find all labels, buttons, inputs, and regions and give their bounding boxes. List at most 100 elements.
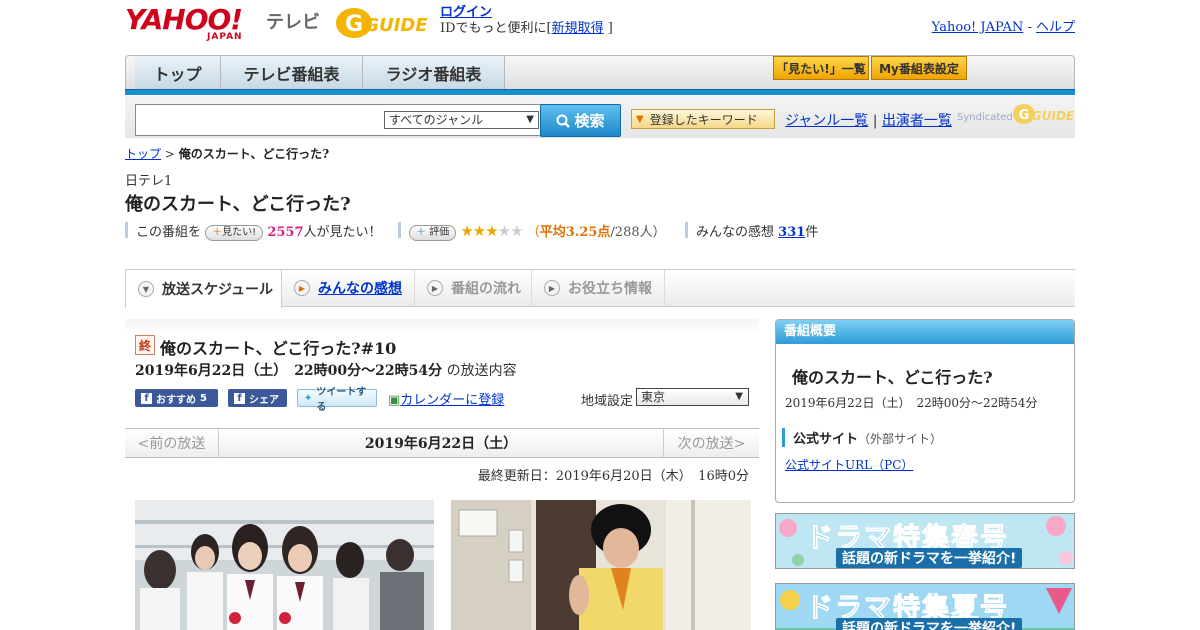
gguide-small-logo-icon: G GUIDE <box>1013 104 1074 124</box>
share-row: f おすすめ 5 f シェア ✦ ツイートする <box>135 387 377 413</box>
overview-header: 番組概要 <box>776 320 1074 344</box>
twitter-bird-icon: ✦ <box>304 392 313 404</box>
triangle-down-icon: ▼ <box>636 113 644 125</box>
stat-divider <box>398 222 401 238</box>
overview-time: 2019年6月22日（土） 22時00分～22時54分 <box>785 396 1038 410</box>
star-icon: ★ <box>497 222 511 240</box>
banner-spring-subtitle: 話題の新ドラマを一挙紹介! <box>836 548 1023 568</box>
rating-open: （ <box>526 225 540 240</box>
episode-photo-1-image <box>135 500 434 630</box>
rating-stars: ★★★★★ <box>460 222 523 240</box>
search-icon <box>556 114 571 128</box>
search-links: ジャンル一覧 | 出演者一覧 <box>785 110 952 130</box>
drama-spring-banner[interactable]: ドラマ特集春号 話題の新ドラマを一挙紹介! <box>775 513 1075 569</box>
rating-stat: ＋ 評価 ★★★★★ （平均3.25点/288人） <box>409 221 666 241</box>
banner-summer-subtitle: 話題の新ドラマを一挙紹介! <box>836 618 1023 630</box>
yahoo-japan-link[interactable]: Yahoo! JAPAN <box>932 20 1024 35</box>
nav-tab-label: トップ <box>153 65 202 84</box>
broadcast-date-bar: <前の放送 2019年6月22日（土） 次の放送> <box>125 428 759 458</box>
drama-summer-banner[interactable]: ドラマ特集夏号 話題の新ドラマを一挙紹介! <box>775 583 1075 630</box>
nav-tab-tv[interactable]: テレビ番組表 <box>221 56 363 90</box>
facebook-icon: f <box>141 392 152 404</box>
star-icon: ★ <box>460 222 473 240</box>
facebook-icon: f <box>234 392 245 404</box>
reviews-count-link[interactable]: 331 <box>778 225 805 240</box>
top-right-links: Yahoo! JAPAN - ヘルプ <box>932 16 1075 35</box>
chevron-down-icon: ▼ <box>735 391 743 402</box>
gguide-logo: G GUIDE <box>334 6 432 40</box>
overview-title: 俺のスカート、どこ行った? <box>792 368 993 387</box>
login-note-close: ] <box>607 21 613 36</box>
breadcrumb: トップ > 俺のスカート、どこ行った? <box>125 145 329 162</box>
subtab-label: みんなの感想 <box>318 281 402 297</box>
triangle-down-icon: ▼ <box>138 281 154 297</box>
tweet-button[interactable]: ✦ ツイートする <box>297 387 377 413</box>
program-overview-panel: 番組概要 俺のスカート、どこ行った? 2019年6月22日（土） 22時00分～… <box>775 319 1075 503</box>
link-divider: | <box>872 113 878 129</box>
calendar-register[interactable]: ▣カレンダーに登録 <box>388 389 504 408</box>
top-link-separator: - <box>1027 20 1032 35</box>
program-subtabs: ▼ 放送スケジュール ▶ みんなの感想 ▶ 番組の流れ ▶ お役立ち情報 <box>125 269 1075 308</box>
svg-text:GUIDE: GUIDE <box>364 15 428 36</box>
program-stats: この番組を ＋見たい! 2557人が見たい！ ＋ 評価 ★★★★★ （平均3.2… <box>125 220 1075 242</box>
reviews-stat: みんなの感想 331件 <box>696 221 818 240</box>
help-link[interactable]: ヘルプ <box>1036 20 1075 35</box>
star-icon: ★ <box>472 222 486 240</box>
region-label: 地域設定 <box>581 394 634 409</box>
genre-list-link[interactable]: ジャンル一覧 <box>785 113 868 129</box>
recommend-label: おすすめ <box>156 394 196 406</box>
nav-tab-radio[interactable]: ラジオ番組表 <box>363 56 505 90</box>
tv-label: テレビ <box>266 12 320 33</box>
subtab-schedule[interactable]: ▼ 放送スケジュール <box>125 270 282 308</box>
want-button-label: 見たい! <box>222 226 257 238</box>
episode-datetime: 2019年6月22日（土） 22時00分～22時54分 <box>135 363 443 379</box>
registered-keyword-label: 登録したキーワード <box>649 112 758 127</box>
episode-datetime-row: 2019年6月22日（土） 22時00分～22時54分 の放送内容 <box>135 360 517 380</box>
want-list-button[interactable]: 「見たい!」一覧 <box>773 56 869 80</box>
yahoo-japan-logo[interactable]: YAHOO! JAPAN <box>125 3 262 43</box>
reviews-pre: みんなの感想 <box>696 225 775 240</box>
nav-tab-label: テレビ番組表 <box>243 65 340 84</box>
svg-text:G: G <box>345 12 363 37</box>
star-icon: ★ <box>485 222 498 240</box>
registered-keyword-button[interactable]: ▼ 登録したキーワード <box>631 109 775 129</box>
yahoo-logo-text: YAHOO! <box>125 3 243 36</box>
search-button[interactable]: 検索 <box>540 104 621 137</box>
register-link[interactable]: 新規取得 <box>552 21 604 36</box>
nav-tab-top[interactable]: トップ <box>135 56 221 90</box>
subtab-label: 放送スケジュール <box>162 282 274 298</box>
play-icon: ▶ <box>544 280 560 296</box>
syndicated-gguide-logo: Syndicated G GUIDE <box>957 100 1075 128</box>
breadcrumb-top-link[interactable]: トップ <box>125 147 161 161</box>
want-pre: この番組を <box>136 225 202 240</box>
syndicated-label: Syndicated <box>957 112 1013 123</box>
next-broadcast-button[interactable]: 次の放送> <box>663 429 759 457</box>
login-link[interactable]: ログイン <box>440 5 492 20</box>
genre-select[interactable]: すべてのジャンル ▼ <box>384 111 539 129</box>
rate-button[interactable]: ＋ 評価 <box>409 224 457 241</box>
subtab-label: 番組の流れ <box>451 281 521 297</box>
want-stat: この番組を ＋見たい! 2557人が見たい！ <box>136 221 382 241</box>
nav-tab-label: ラジオ番組表 <box>385 65 482 84</box>
subtab-reviews[interactable]: ▶ みんなの感想 <box>282 270 415 306</box>
calendar-register-link[interactable]: カレンダーに登録 <box>400 393 504 408</box>
nav-accent-bar <box>125 89 1075 95</box>
want-button[interactable]: ＋見たい! <box>205 224 264 241</box>
episode-photo-2-image <box>451 500 751 630</box>
yahoo-logo-sub: JAPAN <box>207 32 243 42</box>
region-select[interactable]: 東京 ▼ <box>636 388 749 406</box>
tweet-label: ツイートする <box>316 387 367 413</box>
calendar-icon: ▣ <box>388 393 401 408</box>
subtab-flow: ▶ 番組の流れ <box>415 270 532 306</box>
prev-broadcast-button[interactable]: <前の放送 <box>125 429 219 457</box>
genre-select-value: すべてのジャンル <box>389 113 484 127</box>
official-site-url-link[interactable]: 公式サイトURL（PC） <box>785 456 913 473</box>
facebook-share-button[interactable]: f シェア <box>228 389 287 407</box>
my-schedule-button[interactable]: My番組表設定 <box>871 56 967 80</box>
facebook-recommend-button[interactable]: f おすすめ 5 <box>135 389 218 407</box>
gguide-logo-icon: G GUIDE <box>336 8 428 38</box>
episode-title: 俺のスカート、どこ行った?#10 <box>160 339 397 358</box>
performer-list-link[interactable]: 出演者一覧 <box>882 113 952 129</box>
rate-button-label: 評価 <box>429 226 450 238</box>
rating-average: 平均3.25点 <box>539 225 611 240</box>
